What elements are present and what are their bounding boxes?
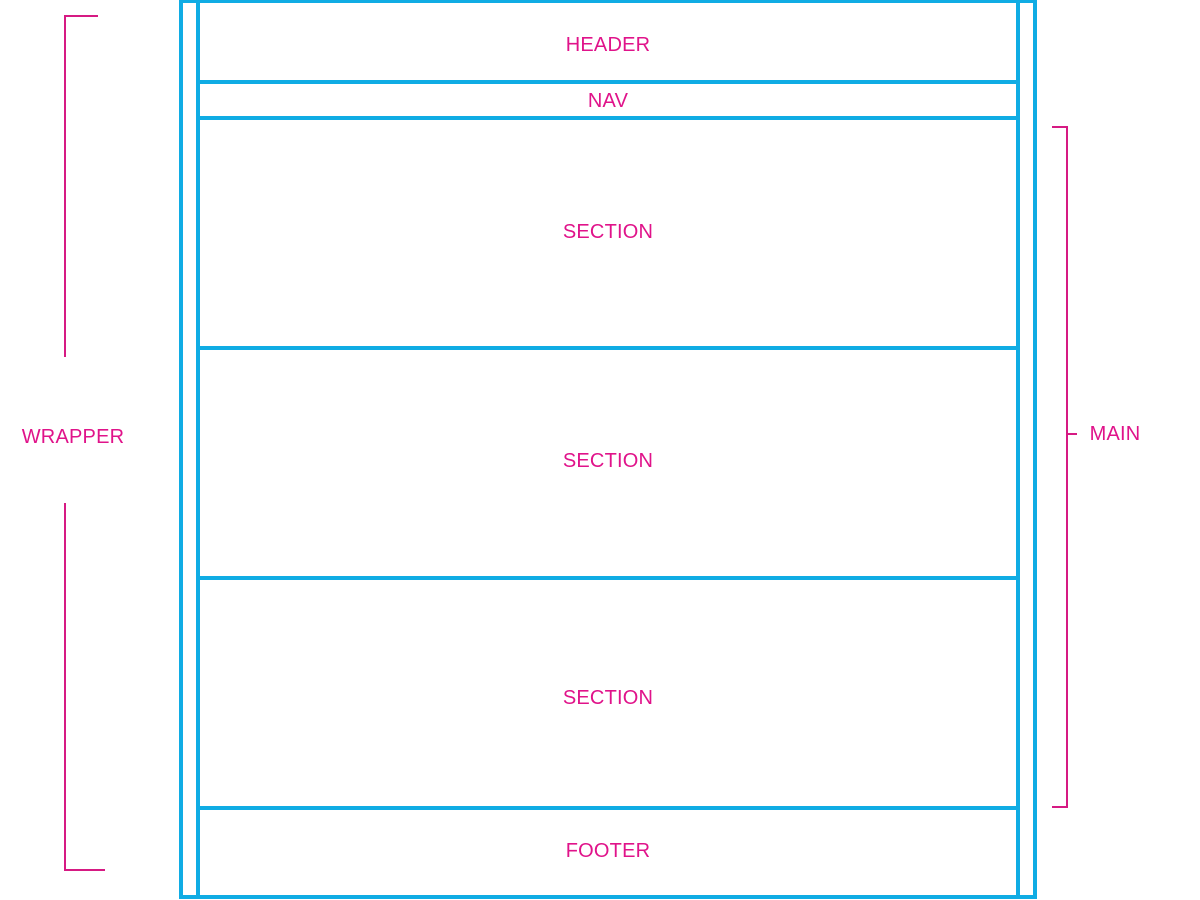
header-label: HEADER	[565, 34, 651, 56]
wrapper-outer-frame	[179, 0, 1037, 899]
wrapper-bracket-bottom	[64, 503, 105, 871]
nav-label: NAV	[587, 90, 629, 112]
footer-label: FOOTER	[565, 840, 651, 862]
inner-column-frame	[196, 0, 1020, 899]
main-label: MAIN	[1089, 423, 1141, 445]
main-bracket	[1052, 126, 1068, 808]
section-3-label: SECTION	[562, 687, 654, 709]
section-2-label: SECTION	[562, 450, 654, 472]
wrapper-bracket-top	[64, 15, 98, 357]
section-1-label: SECTION	[562, 221, 654, 243]
wrapper-label: WRAPPER	[21, 426, 125, 448]
